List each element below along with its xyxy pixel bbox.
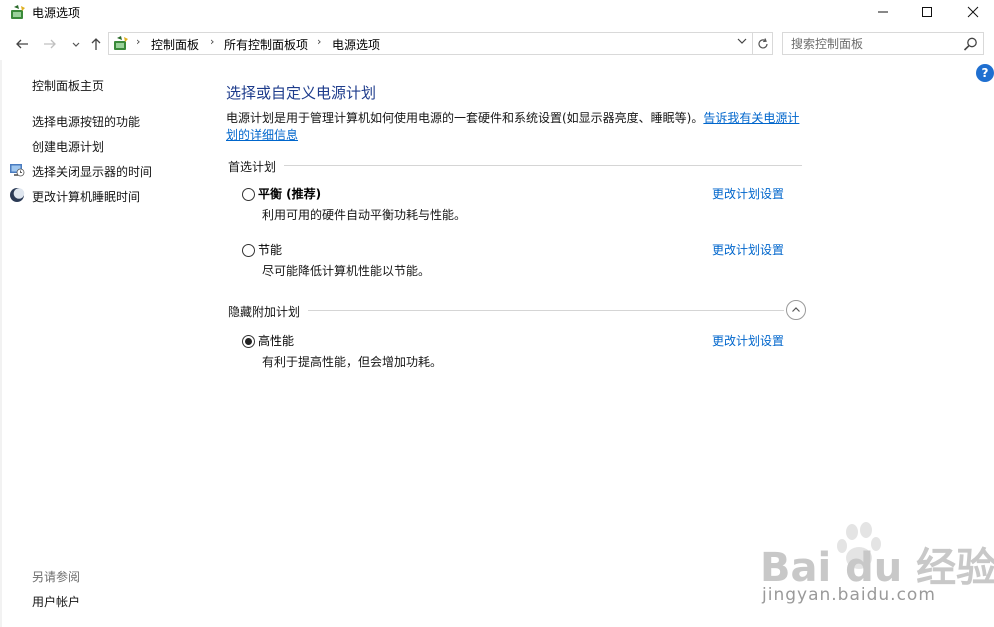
arrow-up-icon xyxy=(91,38,101,50)
sidebar-item-display-off-time[interactable]: 选择关闭显示器的时间 xyxy=(32,163,152,180)
plan-power-saver-radio[interactable] xyxy=(242,244,255,257)
arrow-left-icon xyxy=(16,39,28,49)
moon-icon xyxy=(10,188,25,202)
breadcrumb-separator[interactable]: › xyxy=(210,35,214,48)
breadcrumb-all-items[interactable]: 所有控制面板项 xyxy=(224,36,308,53)
hidden-plans-heading: 隐藏附加计划 xyxy=(228,305,301,319)
search-icon[interactable] xyxy=(963,36,979,52)
plan-power-saver-desc: 尽可能降低计算机性能以节能。 xyxy=(262,264,431,278)
chevron-down-icon xyxy=(737,38,747,44)
maximize-icon xyxy=(922,7,932,17)
sidebar-item-power-button-function[interactable]: 选择电源按钮的功能 xyxy=(32,113,140,130)
plan-high-performance-name[interactable]: 高性能 xyxy=(258,332,294,349)
breadcrumb-separator[interactable]: › xyxy=(136,35,140,48)
recent-locations-button[interactable] xyxy=(66,35,86,55)
window-left-edge xyxy=(0,60,2,627)
page-title: 选择或自定义电源计划 xyxy=(226,84,377,102)
refresh-button[interactable] xyxy=(753,32,773,55)
sidebar-item-user-accounts[interactable]: 用户帐户 xyxy=(32,593,80,610)
group-divider xyxy=(284,165,802,166)
chevron-up-icon xyxy=(792,307,800,312)
plan-balanced-desc: 利用可用的硬件自动平衡功耗与性能。 xyxy=(262,208,467,222)
plan-high-performance-radio[interactable] xyxy=(242,335,255,348)
plan-balanced-settings-link[interactable]: 更改计划设置 xyxy=(712,185,784,202)
collapse-hidden-plans-button[interactable] xyxy=(786,300,806,320)
minimize-icon xyxy=(878,11,888,13)
see-also-heading: 另请参阅 xyxy=(32,570,81,584)
breadcrumb-control-panel[interactable]: 控制面板 xyxy=(151,36,199,53)
refresh-icon xyxy=(757,37,768,48)
back-button[interactable] xyxy=(12,34,32,54)
window-title: 电源选项 xyxy=(32,6,81,20)
close-button[interactable] xyxy=(950,0,994,24)
arrow-right-icon xyxy=(44,39,56,49)
plan-high-performance-settings-link[interactable]: 更改计划设置 xyxy=(712,332,784,349)
sidebar-item-sleep-time[interactable]: 更改计算机睡眠时间 xyxy=(32,188,140,205)
title-bar: 电源选项 xyxy=(0,0,994,26)
breadcrumb-power-options[interactable]: 电源选项 xyxy=(332,36,380,53)
minimize-button[interactable] xyxy=(860,0,906,24)
control-panel-icon xyxy=(114,36,128,50)
close-icon xyxy=(967,6,979,18)
help-icon[interactable]: ? xyxy=(976,64,994,82)
sidebar-item-control-panel-home[interactable]: 控制面板主页 xyxy=(32,77,104,94)
address-bar[interactable]: › 控制面板 › 所有控制面板项 › 电源选项 xyxy=(108,32,753,55)
plan-power-saver-settings-link[interactable]: 更改计划设置 xyxy=(712,241,784,258)
forward-button[interactable] xyxy=(40,34,60,54)
sidebar-item-create-power-plan[interactable]: 创建电源计划 xyxy=(32,138,104,155)
page-description: 电源计划是用于管理计算机如何使用电源的一套硬件和系统设置(如显示器亮度、睡眠等)… xyxy=(226,110,811,144)
search-input[interactable] xyxy=(783,33,958,54)
plan-high-performance-desc: 有利于提高性能，但会增加功耗。 xyxy=(262,355,443,369)
preferred-plans-heading: 首选计划 xyxy=(228,160,277,174)
maximize-button[interactable] xyxy=(904,0,950,24)
plan-balanced-name[interactable]: 平衡 (推荐) xyxy=(258,185,321,202)
power-options-icon xyxy=(11,5,25,19)
monitor-clock-icon xyxy=(10,164,25,177)
chevron-down-icon xyxy=(72,42,80,47)
plan-power-saver-name[interactable]: 节能 xyxy=(258,241,282,258)
plan-balanced-radio[interactable] xyxy=(242,188,255,201)
up-button[interactable] xyxy=(86,34,106,54)
breadcrumb-separator[interactable]: › xyxy=(317,35,321,48)
watermark-url: jingyan.baidu.com xyxy=(762,585,936,605)
group-divider xyxy=(308,310,784,311)
description-text: 电源计划是用于管理计算机如何使用电源的一套硬件和系统设置(如显示器亮度、睡眠等)… xyxy=(226,111,704,125)
search-box[interactable] xyxy=(782,32,984,55)
address-dropdown-button[interactable] xyxy=(737,36,747,49)
